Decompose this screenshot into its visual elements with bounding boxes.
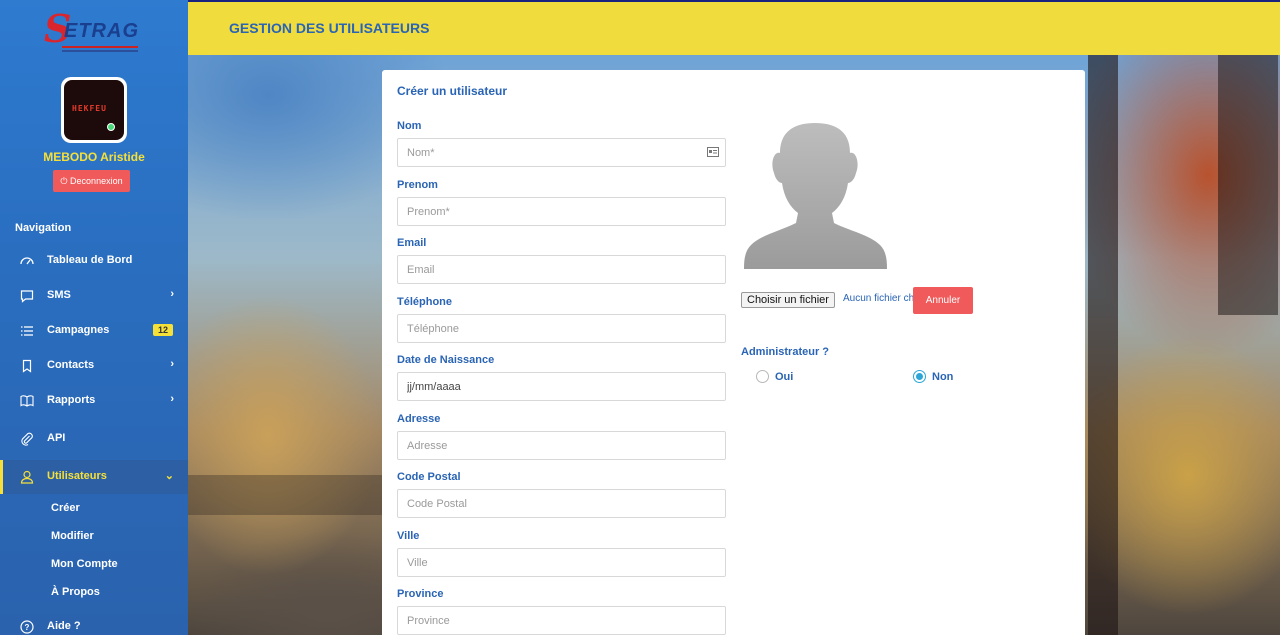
email-input[interactable] [397, 255, 726, 284]
sidebar-item-utilisateurs[interactable]: Utilisateurs ⌄ [0, 460, 188, 494]
province-input[interactable] [397, 606, 726, 635]
id-card-icon [707, 147, 719, 157]
setrag-logo[interactable]: S ETRAG [44, 6, 144, 54]
sidebar-item-dashboard[interactable]: Tableau de Bord [0, 244, 188, 278]
cancel-button[interactable]: Annuler [913, 287, 973, 314]
sidebar-item-label: Aide ? [47, 620, 81, 632]
user-name: MEBODO Aristide [43, 150, 145, 164]
logout-label: Deconnexion [70, 176, 123, 186]
choose-file-button[interactable]: Choisir un fichier [741, 292, 835, 308]
power-icon: ⏻ [60, 176, 68, 186]
chevron-right-icon: › [170, 358, 174, 370]
sidebar: S ETRAG HEKFEU MEBODO Aristide ⏻ Deconne… [0, 0, 188, 635]
sidebar-item-contacts[interactable]: Contacts › [0, 349, 188, 383]
sidebar-subitem-a-propos[interactable]: À Propos [51, 586, 100, 598]
prenom-label: Prenom [397, 179, 438, 191]
paperclip-icon [21, 432, 33, 446]
sidebar-subitem-modifier[interactable]: Modifier [51, 530, 94, 542]
book-icon [20, 395, 34, 407]
ville-input[interactable] [397, 548, 726, 577]
code-postal-label: Code Postal [397, 471, 461, 483]
create-user-card: Créer un utilisateur Nom Prenom Email Té… [382, 70, 1085, 635]
admin-non-label[interactable]: Non [932, 371, 953, 383]
logo-text: ETRAG [64, 20, 139, 42]
sidebar-subitem-mon-compte[interactable]: Mon Compte [51, 558, 118, 570]
adresse-input[interactable] [397, 431, 726, 460]
admin-oui-label[interactable]: Oui [775, 371, 793, 383]
date-naissance-input[interactable] [397, 372, 726, 401]
sidebar-item-label: Rapports [47, 394, 96, 406]
sidebar-item-label: Utilisateurs [47, 470, 107, 482]
svg-text:?: ? [25, 623, 30, 632]
ville-label: Ville [397, 530, 420, 542]
telephone-label: Téléphone [397, 296, 453, 308]
sidebar-item-label: API [47, 432, 66, 444]
campaign-count-badge: 12 [152, 324, 173, 336]
list-icon [21, 326, 33, 336]
card-title: Créer un utilisateur [397, 84, 508, 98]
admin-label: Administrateur ? [741, 346, 830, 358]
nom-input[interactable] [397, 138, 726, 167]
sidebar-item-label: Campagnes [47, 324, 110, 336]
code-postal-input[interactable] [397, 489, 726, 518]
user-icon [20, 470, 34, 484]
avatar[interactable]: HEKFEU [61, 77, 127, 143]
help-icon: ? [20, 620, 34, 634]
avatar-text: HEKFEU [72, 104, 107, 113]
prenom-input[interactable] [397, 197, 726, 226]
nav-title: Navigation [15, 222, 72, 234]
sidebar-item-api[interactable]: API [0, 422, 188, 456]
top-header: GESTION DES UTILISATEURS [188, 0, 1280, 55]
chat-icon [20, 290, 34, 303]
email-label: Email [397, 237, 427, 249]
chevron-right-icon: › [170, 393, 174, 405]
logout-button[interactable]: ⏻ Deconnexion [53, 170, 130, 192]
sidebar-item-aide[interactable]: ? Aide ? [0, 610, 188, 635]
province-label: Province [397, 588, 444, 600]
profile-placeholder-image[interactable] [740, 123, 889, 269]
date-naissance-label: Date de Naissance [397, 354, 495, 366]
page-title: GESTION DES UTILISATEURS [229, 20, 430, 36]
dashboard-icon [20, 257, 34, 265]
admin-non-radio[interactable] [913, 370, 926, 383]
adresse-label: Adresse [397, 413, 441, 425]
online-status-dot [107, 123, 115, 131]
chevron-right-icon: › [170, 288, 174, 300]
sidebar-item-sms[interactable]: SMS › [0, 279, 188, 313]
sidebar-item-rapports[interactable]: Rapports › [0, 384, 188, 418]
telephone-input[interactable] [397, 314, 726, 343]
sidebar-subitem-creer[interactable]: Créer [51, 502, 80, 514]
bookmark-icon [22, 359, 32, 373]
sidebar-item-campagnes[interactable]: Campagnes 12 [0, 314, 188, 348]
nom-label: Nom [397, 120, 422, 132]
sidebar-item-label: Contacts [47, 359, 95, 371]
file-status: Aucun fichier choisi [843, 293, 913, 304]
admin-oui-radio[interactable] [756, 370, 769, 383]
chevron-down-icon: ⌄ [164, 470, 174, 482]
sidebar-item-label: SMS [47, 289, 71, 301]
sidebar-item-label: Tableau de Bord [47, 254, 133, 266]
